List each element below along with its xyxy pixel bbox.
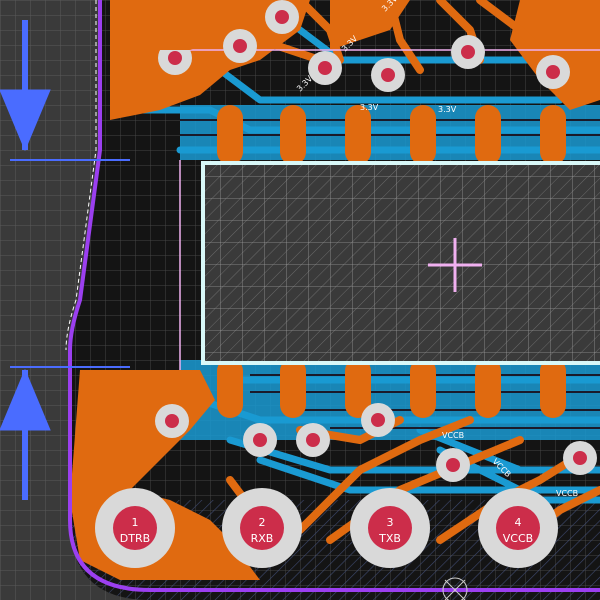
pad-number: 1 — [132, 516, 139, 529]
pad-net-name: RXB — [251, 532, 274, 545]
header-pad-4[interactable]: 4 VCCB — [478, 488, 558, 568]
pad-number: 3 — [387, 516, 394, 529]
net-label: 3.3V — [360, 103, 379, 112]
header-pad-3[interactable]: 3 TXB — [350, 488, 430, 568]
header-pad-1[interactable]: 1 DTRB — [95, 488, 175, 568]
via[interactable] — [451, 35, 485, 69]
header-pad-2[interactable]: 2 RXB — [222, 488, 302, 568]
via[interactable] — [361, 403, 395, 437]
via[interactable] — [243, 423, 277, 457]
via[interactable] — [436, 448, 470, 482]
via[interactable] — [371, 58, 405, 92]
via[interactable] — [536, 55, 570, 89]
pcb-canvas[interactable]: 3.3V3.3V3.3V3.3V 3.3VVCCBVCCBVCCB 1DTRB2R… — [0, 0, 600, 600]
net-label: VCCB — [556, 489, 578, 498]
via[interactable] — [563, 441, 597, 475]
pad-number: 2 — [259, 516, 266, 529]
via[interactable] — [296, 423, 330, 457]
ic-body[interactable] — [201, 161, 600, 365]
pad-number: 4 — [515, 516, 522, 529]
pad-net-name: VCCB — [503, 532, 533, 545]
pad-net-name: TXB — [378, 532, 401, 545]
pad-net-name: DTRB — [120, 532, 150, 545]
net-label: 3.3V — [438, 105, 457, 114]
net-label: VCCB — [442, 431, 464, 440]
pcb-layout-view[interactable]: 3.3V 3.3V 3.3V 3.3V 3.3V VCCB VCCB VCCB 1 DTRB 2 R… — [0, 0, 600, 600]
via[interactable] — [265, 0, 299, 34]
via[interactable] — [155, 404, 189, 438]
smd-pad[interactable] — [152, 10, 197, 50]
via[interactable] — [223, 29, 257, 63]
